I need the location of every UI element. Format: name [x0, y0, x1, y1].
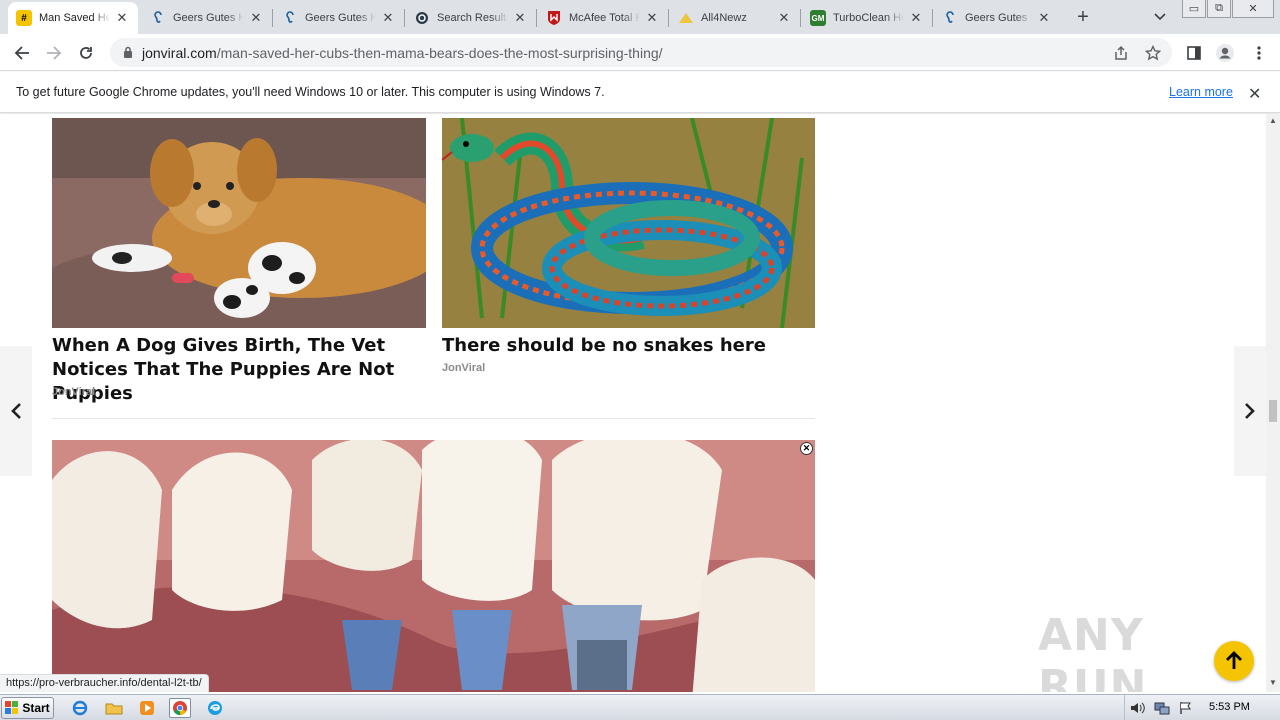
- scrollbar-thumb[interactable]: [1269, 400, 1277, 422]
- snake-headline[interactable]: There should be no snakes here: [442, 334, 815, 358]
- forward-button[interactable]: [43, 42, 65, 64]
- tab-title: All4Newz: [701, 12, 747, 24]
- close-infobar-icon[interactable]: ✕: [1248, 84, 1261, 104]
- bell-icon: [678, 10, 694, 26]
- tab-title: Geers Gutes Hören: [965, 12, 1032, 24]
- tab-title: McAfee Total Protection: [569, 12, 640, 24]
- kebab-menu-icon[interactable]: [1248, 42, 1270, 64]
- reload-button[interactable]: [75, 42, 97, 64]
- snake-source[interactable]: JonViral: [442, 362, 485, 374]
- hash-icon: #: [16, 10, 32, 26]
- page-content: When A Dog Gives Birth, The Vet Notices …: [0, 114, 1266, 692]
- close-tab-icon[interactable]: ✕: [248, 10, 264, 26]
- start-label: Start: [22, 701, 50, 715]
- minimize-button[interactable]: ▭: [1182, 0, 1206, 18]
- media-player-icon[interactable]: [136, 698, 158, 718]
- ear-icon: [282, 10, 298, 26]
- tab-separator: [404, 9, 405, 27]
- network-icon[interactable]: [1151, 698, 1173, 718]
- tab-separator: [932, 9, 933, 27]
- dog-source[interactable]: JonViral: [52, 386, 95, 398]
- tab-man-saved[interactable]: # Man Saved Her Cubs Then Mama Bears ✕: [8, 2, 138, 34]
- taskbar-clock: 5:53 PM: [1209, 701, 1250, 713]
- close-tab-icon[interactable]: ✕: [114, 10, 130, 26]
- lock-icon[interactable]: [120, 46, 136, 59]
- tab-separator: [536, 9, 537, 27]
- tab-title: Geers Gutes Hören: [305, 12, 376, 24]
- system-tray: [1124, 695, 1280, 720]
- url-text[interactable]: jonviral.com/man-saved-her-cubs-then-mam…: [142, 45, 663, 61]
- url-host: jonviral.com: [142, 44, 217, 61]
- tab-separator: [272, 9, 273, 27]
- tab-geers-2[interactable]: Geers Gutes Hören ✕: [274, 4, 404, 32]
- action-center-flag-icon[interactable]: [1175, 698, 1197, 718]
- gm-icon: GM: [810, 10, 826, 26]
- explorer-folder-icon[interactable]: [103, 698, 125, 718]
- tab-all4newz[interactable]: All4Newz ✕: [670, 4, 800, 32]
- close-tab-icon[interactable]: ✕: [380, 10, 396, 26]
- volume-icon[interactable]: [1127, 698, 1149, 718]
- windows-taskbar: Start 5:53 PM: [0, 694, 1280, 720]
- tab-geers-1[interactable]: Geers Gutes Hören ✕: [142, 4, 272, 32]
- tab-turboclean[interactable]: GM TurboClean Health ✕: [802, 4, 932, 32]
- close-tab-icon[interactable]: ✕: [908, 10, 924, 26]
- tab-title: Geers Gutes Hören: [173, 12, 244, 24]
- windows-logo-icon: [5, 701, 19, 715]
- url-path: /man-saved-her-cubs-then-mama-bears-does…: [216, 44, 663, 61]
- chrome-taskbar-icon[interactable]: [169, 698, 191, 718]
- content-divider: [52, 418, 815, 419]
- close-tab-icon[interactable]: ✕: [776, 10, 792, 26]
- vertical-scrollbar[interactable]: ▲ ▼: [1266, 114, 1280, 692]
- mcafee-shield-icon: [546, 10, 562, 26]
- new-tab-button[interactable]: +: [1072, 6, 1094, 28]
- prev-arrow-button[interactable]: [0, 346, 32, 476]
- tab-strip: # Man Saved Her Cubs Then Mama Bears ✕ G…: [0, 0, 1280, 34]
- close-tab-icon[interactable]: ✕: [1036, 10, 1052, 26]
- dog-headline[interactable]: When A Dog Gives Birth, The Vet Notices …: [52, 334, 426, 406]
- learn-more-link[interactable]: Learn more: [1169, 85, 1233, 99]
- tab-geers-3[interactable]: Geers Gutes Hören ✕: [934, 4, 1060, 32]
- ear-icon: [942, 10, 958, 26]
- scroll-up-icon[interactable]: ▲: [1269, 116, 1277, 125]
- status-url-bubble: https://pro-verbraucher.info/dental-l2t-…: [0, 674, 209, 692]
- tab-title: Search Results: [437, 12, 508, 24]
- update-infobar: To get future Google Chrome updates, you…: [0, 72, 1280, 113]
- infobar-message: To get future Google Chrome updates, you…: [16, 85, 605, 99]
- ie-icon[interactable]: [69, 698, 91, 718]
- edge-icon[interactable]: [204, 698, 226, 718]
- next-arrow-button[interactable]: [1234, 346, 1266, 476]
- tab-separator: [800, 9, 801, 27]
- ad-close-icon[interactable]: ✕: [800, 442, 813, 455]
- restore-button[interactable]: ⧉: [1207, 0, 1231, 18]
- tab-mcafee[interactable]: McAfee Total Protection ✕: [538, 4, 668, 32]
- tab-search-chevron-icon[interactable]: [1150, 8, 1170, 26]
- scroll-down-icon[interactable]: ▼: [1269, 678, 1277, 687]
- back-button[interactable]: [11, 42, 33, 64]
- close-window-button[interactable]: ✕: [1232, 0, 1274, 18]
- close-tab-icon[interactable]: ✕: [512, 10, 528, 26]
- close-tab-icon[interactable]: ✕: [644, 10, 660, 26]
- address-bar[interactable]: jonviral.com/man-saved-her-cubs-then-mam…: [110, 38, 1172, 67]
- ear-icon: [150, 10, 166, 26]
- side-panel-icon[interactable]: [1183, 42, 1205, 64]
- start-button[interactable]: Start: [1, 697, 54, 719]
- tab-separator: [668, 9, 669, 27]
- tab-title: TurboClean Health: [833, 12, 904, 24]
- tab-title: Man Saved Her Cubs Then Mama Bears: [39, 12, 110, 24]
- snake-image[interactable]: [442, 118, 815, 328]
- search-results-icon: [414, 10, 430, 26]
- dental-implant-ad-image[interactable]: [52, 440, 815, 692]
- browser-window: # Man Saved Her Cubs Then Mama Bears ✕ G…: [0, 0, 1280, 720]
- toolbar: jonviral.com/man-saved-her-cubs-then-mam…: [0, 34, 1280, 71]
- bookmark-star-icon[interactable]: [1144, 44, 1162, 62]
- share-icon[interactable]: [1112, 44, 1130, 62]
- scroll-to-top-button[interactable]: [1214, 641, 1254, 681]
- tab-search-results[interactable]: Search Results ✕: [406, 4, 536, 32]
- dog-puppies-image[interactable]: [52, 118, 426, 328]
- profile-avatar-icon[interactable]: [1214, 42, 1236, 64]
